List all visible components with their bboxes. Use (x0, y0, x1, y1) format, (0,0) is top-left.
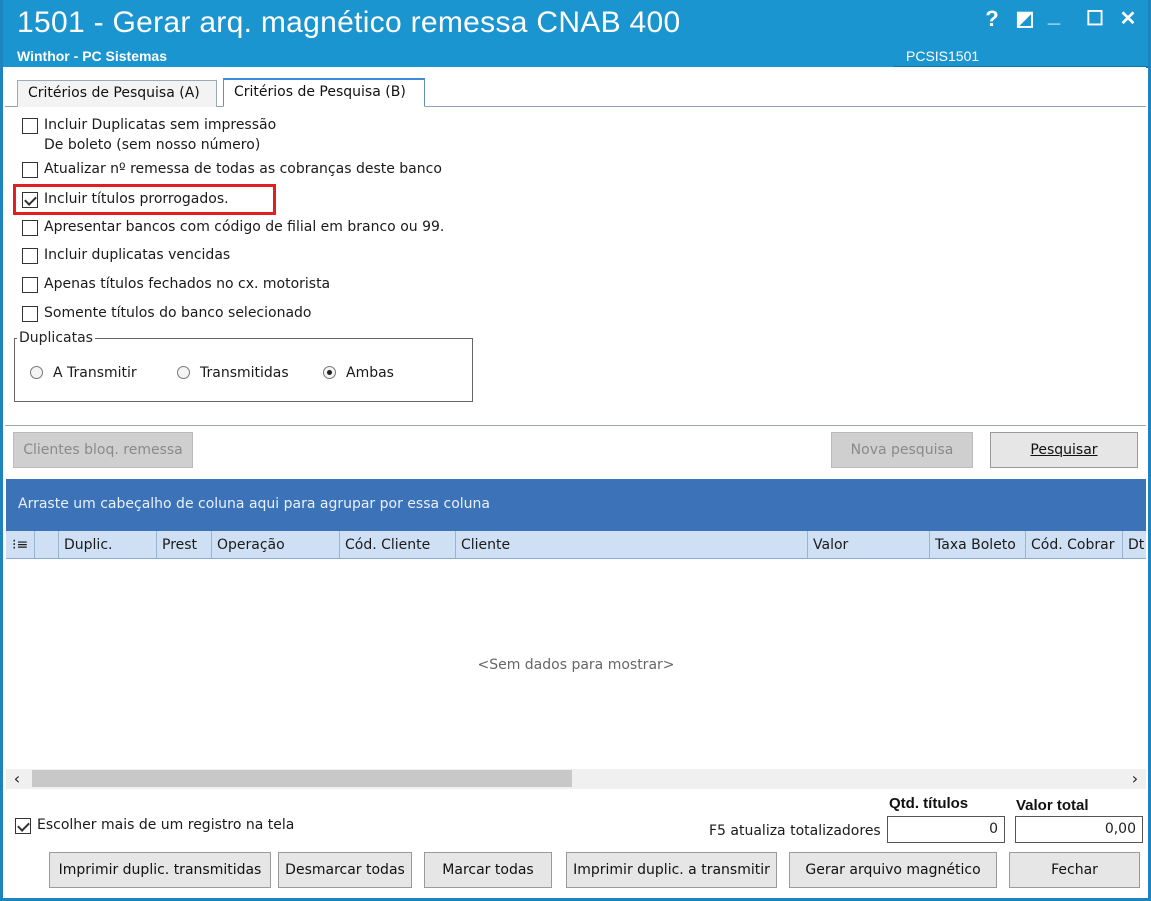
column-taxa-boleto[interactable]: Taxa Boleto (929, 531, 1025, 559)
maximize-icon[interactable]: ☐ (1083, 6, 1107, 32)
scroll-right-icon[interactable]: › (1126, 769, 1144, 789)
option-label-atualizar-remessa: Atualizar nº remessa de todas as cobranç… (44, 161, 442, 177)
column-cod-cobrar[interactable]: Cód. Cobrar (1025, 531, 1122, 559)
radio-transmitidas[interactable] (177, 366, 190, 379)
gerar-arquivo-button[interactable]: Gerar arquivo magnético (789, 852, 997, 888)
grid-header: ⁝≡ Duplic. Prest Operação Cód. Cliente C… (6, 531, 1146, 559)
option-label-banco-selecionado: Somente títulos do banco selecionado (44, 305, 312, 321)
close-icon[interactable]: ✕ (1115, 6, 1141, 32)
option-label-sem-impressao-2: De boleto (sem nosso número) (44, 137, 261, 153)
grid-check-column[interactable] (34, 531, 58, 559)
clientes-bloq-remessa-button[interactable]: Clientes bloq. remessa (13, 432, 193, 468)
tab-strip: Critérios de Pesquisa (A) Critérios de P… (5, 67, 1146, 107)
window-title: 1501 - Gerar arq. magnético remessa CNAB… (17, 6, 681, 39)
help-icon[interactable]: ? (981, 6, 1003, 32)
fechar-button[interactable]: Fechar (1009, 852, 1140, 888)
option-label-vencidas: Incluir duplicatas vencidas (44, 247, 231, 263)
option-label-sem-impressao: Incluir Duplicatas sem impressão (44, 117, 277, 133)
window-subtitle: Winthor - PC Sistemas (17, 48, 168, 64)
grid-empty-message: <Sem dados para mostrar> (477, 657, 675, 673)
grid-group-panel[interactable]: Arraste um cabeçalho de coluna aqui para… (6, 479, 1146, 531)
scroll-left-icon[interactable]: ‹ (8, 769, 26, 789)
option-checkbox-vencidas[interactable] (22, 248, 38, 264)
valor-total-field[interactable]: 0,00 (1015, 816, 1143, 843)
option-checkbox-bancos-filial[interactable] (22, 220, 38, 236)
column-operacao[interactable]: Operação (211, 531, 339, 559)
routine-code: PCSIS1501 (906, 48, 980, 64)
multi-select-label: Escolher mais de um registro na tela (37, 817, 295, 833)
radio-label-a-transmitir: A Transmitir (53, 365, 137, 381)
qtd-titulos-label: Qtd. títulos (889, 795, 969, 812)
imprimir-a-transmitir-button[interactable]: Imprimir duplic. a transmitir (566, 852, 777, 888)
column-cod-cliente[interactable]: Cód. Cliente (339, 531, 455, 559)
option-label-cx-motorista: Apenas títulos fechados no cx. motorista (44, 276, 331, 292)
tab-criterios-b[interactable]: Critérios de Pesquisa (B) (223, 78, 425, 107)
tab-criterios-a[interactable]: Critérios de Pesquisa (A) (17, 80, 217, 107)
multi-select-checkbox[interactable] (15, 818, 31, 834)
option-checkbox-cx-motorista[interactable] (22, 277, 38, 293)
qtd-titulos-field[interactable]: 0 (887, 816, 1005, 843)
option-checkbox-sem-impressao[interactable] (22, 118, 38, 134)
option-label-bancos-filial: Apresentar bancos com código de filial e… (44, 219, 445, 235)
nova-pesquisa-button[interactable]: Nova pesquisa (831, 432, 973, 468)
title-bar: 1501 - Gerar arq. magnético remessa CNAB… (3, 0, 1148, 68)
grid-group-hint: Arraste um cabeçalho de coluna aqui para… (18, 496, 491, 512)
option-checkbox-atualizar-remessa[interactable] (22, 162, 38, 178)
radio-a-transmitir[interactable] (30, 366, 43, 379)
pesquisar-button[interactable]: Pesquisar (990, 432, 1138, 468)
marcar-todas-button[interactable]: Marcar todas (424, 852, 552, 888)
radio-ambas[interactable] (323, 366, 336, 379)
option-label-prorrogados: Incluir títulos prorrogados. (44, 191, 229, 207)
f5-totalizadores-label: F5 atualiza totalizadores (709, 823, 881, 839)
column-cliente[interactable]: Cliente (455, 531, 807, 559)
desmarcar-todas-button[interactable]: Desmarcar todas (278, 852, 412, 888)
option-checkbox-banco-selecionado[interactable] (22, 306, 38, 322)
radio-label-ambas: Ambas (346, 365, 394, 381)
grid-horizontal-scrollbar[interactable]: ‹ › (6, 769, 1146, 789)
valor-total-label: Valor total (1016, 797, 1089, 814)
column-chooser-icon[interactable]: ⁝≡ (6, 531, 34, 559)
section-divider (5, 425, 1146, 426)
grid-body[interactable]: <Sem dados para mostrar> (6, 559, 1146, 769)
column-valor[interactable]: Valor (807, 531, 929, 559)
restore-icon[interactable]: ◩ (1013, 6, 1037, 32)
column-prest[interactable]: Prest (156, 531, 211, 559)
radio-label-transmitidas: Transmitidas (200, 365, 289, 381)
minimize-icon[interactable]: _ (1043, 2, 1065, 28)
duplicatas-group: Duplicatas A Transmitir Transmitidas Amb… (14, 330, 473, 402)
scrollbar-thumb[interactable] (32, 770, 572, 787)
column-dt[interactable]: Dt (1122, 531, 1146, 559)
duplicatas-group-title: Duplicatas (17, 330, 95, 346)
option-checkbox-prorrogados[interactable] (22, 192, 38, 208)
column-duplic[interactable]: Duplic. (58, 531, 156, 559)
imprimir-transmitidas-button[interactable]: Imprimir duplic. transmitidas (49, 852, 271, 888)
app-window: 1501 - Gerar arq. magnético remessa CNAB… (0, 0, 1151, 901)
